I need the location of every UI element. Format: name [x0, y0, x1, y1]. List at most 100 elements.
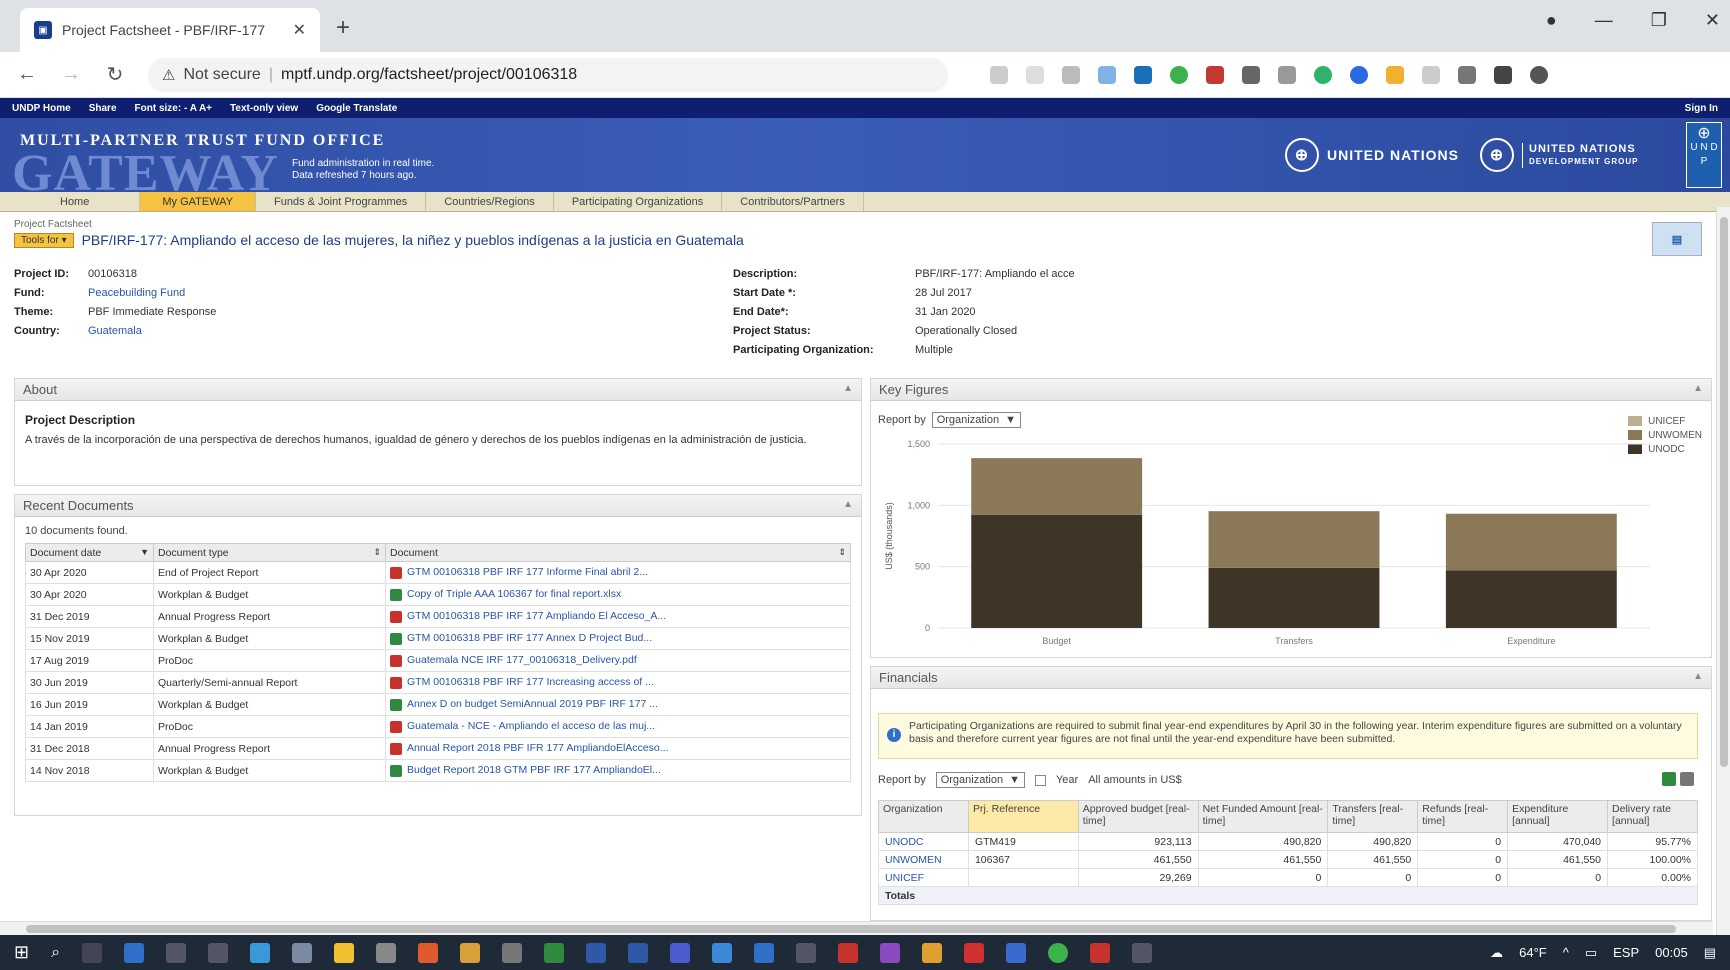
- fin-col-header[interactable]: Refunds [real-time]: [1417, 800, 1509, 833]
- app-icon[interactable]: [880, 942, 901, 963]
- close-window-icon[interactable]: ✕: [1705, 10, 1720, 31]
- gateway-logo[interactable]: GATEWAY: [12, 144, 279, 203]
- zoom-icon[interactable]: [1026, 65, 1044, 84]
- app-icon[interactable]: [796, 942, 817, 963]
- col-document-type[interactable]: Document type ⇕: [153, 543, 386, 562]
- scroll-thumb[interactable]: [26, 925, 1676, 933]
- doc-link[interactable]: GTM 00106318 PBF IRF 177 Increasing acce…: [385, 671, 851, 694]
- app-icon[interactable]: [502, 942, 523, 963]
- app-icon[interactable]: [124, 942, 145, 963]
- sign-in-link[interactable]: Sign In: [1685, 103, 1718, 114]
- country-link[interactable]: Guatemala: [88, 325, 142, 337]
- org-link[interactable]: UNODC: [878, 832, 969, 851]
- app-icon[interactable]: [166, 942, 187, 963]
- doc-link[interactable]: Guatemala - NCE - Ampliando el acceso de…: [385, 715, 851, 738]
- firefox-icon[interactable]: [418, 942, 439, 963]
- fin-col-header[interactable]: Net Funded Amount [real-time]: [1197, 800, 1329, 833]
- col-document[interactable]: Document ⇕: [385, 543, 851, 562]
- url-input[interactable]: ⚠ Not secure | mptf.undp.org/factsheet/p…: [148, 57, 948, 92]
- app-icon[interactable]: [292, 942, 313, 963]
- undp-home-link[interactable]: UNDP Home: [12, 103, 71, 114]
- app-icon[interactable]: [712, 942, 733, 963]
- google-translate-link[interactable]: Google Translate: [316, 103, 397, 114]
- font-size-link[interactable]: Font size: - A A+: [135, 103, 213, 114]
- language-indicator[interactable]: ESP: [1613, 945, 1639, 960]
- outlook-icon[interactable]: [754, 942, 775, 963]
- un-logo[interactable]: ⊕ UNITED NATIONS: [1285, 138, 1459, 172]
- doc-link[interactable]: GTM 00106318 PBF IRF 177 Informe Final a…: [385, 561, 851, 584]
- fin-col-header[interactable]: Organization: [878, 800, 969, 833]
- chevron-up-icon[interactable]: ^: [1563, 945, 1569, 960]
- profile-avatar[interactable]: [1530, 65, 1548, 84]
- collapse-icon[interactable]: ▲: [1693, 383, 1703, 394]
- app-icon[interactable]: [376, 942, 397, 963]
- extension-icon[interactable]: [1242, 65, 1260, 84]
- extension-icon[interactable]: [1134, 65, 1152, 84]
- task-view-icon[interactable]: [82, 942, 103, 963]
- unsdg-logo[interactable]: ⊕ UNITED NATIONS DEVELOPMENT GROUP: [1480, 138, 1638, 172]
- year-checkbox[interactable]: [1034, 774, 1046, 786]
- col-document-date[interactable]: Document date ▼: [25, 543, 154, 562]
- notifications-icon[interactable]: ▤: [1704, 945, 1716, 961]
- nav-funds[interactable]: Funds & Joint Programmes: [256, 192, 427, 211]
- table-row[interactable]: 15 Nov 2019 Workplan & Budget GTM 00106318…: [25, 627, 851, 650]
- table-row[interactable]: 31 Dec 2019 Annual Progress Report GTM 001…: [25, 605, 851, 628]
- about-panel-header[interactable]: About: [15, 379, 861, 401]
- fin-col-header[interactable]: Delivery rate [annual]: [1607, 800, 1698, 833]
- collapse-icon[interactable]: ▲: [843, 499, 853, 510]
- doc-link[interactable]: Budget Report 2018 GTM PBF IRF 177 Ampli…: [385, 759, 851, 782]
- factsheet-icon[interactable]: ▤: [1652, 222, 1702, 256]
- app-icon[interactable]: [964, 942, 985, 963]
- doc-link[interactable]: Annual Report 2018 PBF IFR 177 Ampliando…: [385, 737, 851, 760]
- excel-icon[interactable]: [544, 942, 565, 963]
- app-icon[interactable]: [922, 942, 943, 963]
- org-link[interactable]: UNWOMEN: [878, 850, 969, 869]
- table-row[interactable]: 30 Apr 2020 End of Project Report GTM 0010…: [25, 561, 851, 584]
- scroll-thumb[interactable]: [1720, 217, 1728, 767]
- edge-icon[interactable]: [250, 942, 271, 963]
- maximize-icon[interactable]: ❐: [1651, 10, 1667, 31]
- table-row[interactable]: 17 Aug 2019 ProDoc Guatemala NCE IRF 177_0…: [25, 649, 851, 672]
- share-link[interactable]: Share: [89, 103, 117, 114]
- extension-icon[interactable]: [1170, 65, 1188, 84]
- app-icon[interactable]: [1132, 942, 1153, 963]
- table-row[interactable]: 30 Jun 2019 Quarterly/Semi-annual Report G…: [25, 671, 851, 694]
- fin-col-header[interactable]: Approved budget [real-time]: [1077, 800, 1199, 833]
- text-only-link[interactable]: Text-only view: [230, 103, 298, 114]
- fund-link[interactable]: Peacebuilding Fund: [88, 287, 185, 299]
- extension-icon[interactable]: [1314, 65, 1332, 84]
- app-icon[interactable]: [208, 942, 229, 963]
- acrobat-icon[interactable]: [838, 942, 859, 963]
- breadcrumb[interactable]: Project Factsheet: [14, 219, 92, 230]
- fin-col-header[interactable]: Prj. Reference: [967, 800, 1079, 833]
- puzzle-icon[interactable]: [1494, 65, 1512, 84]
- extension-icon[interactable]: [1458, 65, 1476, 84]
- horizontal-scrollbar[interactable]: [0, 921, 1713, 935]
- extension-icon[interactable]: [1386, 65, 1404, 84]
- app-icon[interactable]: [1048, 942, 1069, 963]
- extension-icon[interactable]: [1350, 65, 1368, 84]
- table-row[interactable]: 31 Dec 2018 Annual Progress Report Annual …: [25, 737, 851, 760]
- extension-icon[interactable]: [1422, 65, 1440, 84]
- org-link[interactable]: UNICEF: [878, 868, 969, 887]
- temperature[interactable]: 64°F: [1519, 945, 1547, 960]
- collapse-icon[interactable]: ▲: [1693, 671, 1703, 682]
- search-icon[interactable]: ⌕: [51, 944, 60, 962]
- weather-icon[interactable]: ☁: [1490, 945, 1503, 961]
- app-icon[interactable]: [628, 942, 649, 963]
- extension-icon[interactable]: [1098, 65, 1116, 84]
- fin-col-header[interactable]: Transfers [real-time]: [1327, 800, 1419, 833]
- close-tab-icon[interactable]: ✕: [293, 20, 306, 40]
- doc-link[interactable]: Annex D on budget SemiAnnual 2019 PBF IR…: [385, 693, 851, 716]
- tools-button[interactable]: Tools for ▾: [14, 232, 74, 248]
- legend-item[interactable]: UNICEF: [1628, 414, 1702, 428]
- extension-icon[interactable]: [1278, 65, 1296, 84]
- table-row[interactable]: 14 Jan 2019 ProDoc Guatemala - NCE - Ampli…: [25, 715, 851, 738]
- nav-organizations[interactable]: Participating Organizations: [554, 192, 723, 211]
- undp-logo[interactable]: ⊕ U N D P: [1686, 122, 1722, 188]
- doc-link[interactable]: Copy of Triple AAA 106367 for final repo…: [385, 583, 851, 606]
- windows-start-icon[interactable]: ⊞: [14, 942, 29, 963]
- network-icon[interactable]: ▭: [1585, 945, 1597, 961]
- nav-countries[interactable]: Countries/Regions: [426, 192, 554, 211]
- financials-report-by-select[interactable]: Organization ▼: [935, 772, 1025, 788]
